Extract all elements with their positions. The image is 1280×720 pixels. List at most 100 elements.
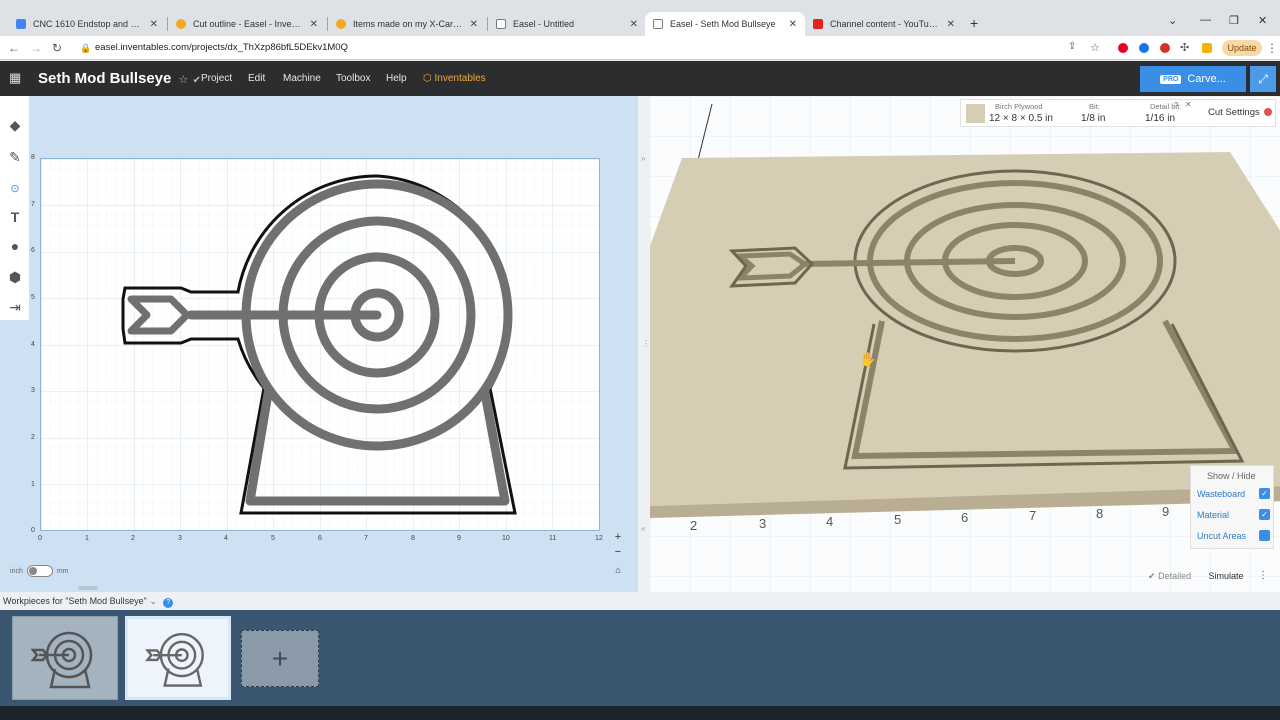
window-close-icon[interactable]: ✕ [1258, 14, 1267, 27]
wasteboard-label[interactable]: Wasteboard [1197, 489, 1245, 499]
help-icon[interactable]: ? [163, 598, 174, 608]
browser-tab[interactable]: CNC 1610 Endstop and Chain Fix ✕ [8, 12, 166, 36]
close-icon[interactable]: ✕ [630, 19, 638, 30]
material-checkbox[interactable]: ✓ [1259, 509, 1270, 520]
tab-favicon-icon [496, 19, 506, 29]
uncut-areas-checkbox[interactable] [1259, 530, 1270, 541]
easel-pro-logo-icon[interactable]: ▦ [9, 70, 27, 86]
carve-button[interactable]: PRO Carve... [1140, 66, 1246, 92]
workpieces-header: Workpieces for "Seth Mod Bullseye" ⌄ ? [0, 592, 1280, 610]
inventables-logo-icon: ⬡ [423, 73, 432, 84]
import-icon[interactable]: ⇥ [6, 298, 24, 316]
detailed-toggle[interactable]: ✔ Detailed [1148, 571, 1191, 582]
home-view-icon[interactable]: ⌂ [611, 563, 625, 577]
wasteboard-checkbox[interactable]: ✓ [1259, 488, 1270, 499]
text-tool-icon[interactable]: T [6, 208, 24, 226]
minimize-icon[interactable]: — [1200, 14, 1211, 26]
detailed-label: Detailed [1158, 571, 1192, 581]
x-axis-tick: 6 [318, 535, 322, 542]
pen-tool-icon[interactable]: ✎ [6, 148, 24, 166]
browser-tab[interactable]: Channel content - YouTube Studio ✕ [805, 12, 963, 36]
3d-shapes-icon[interactable]: ⬢ [6, 268, 24, 286]
profile-avatar-icon[interactable] [1202, 43, 1212, 53]
zoom-out-icon[interactable]: − [611, 545, 625, 559]
browser-tab[interactable]: Cut outline - Easel - Inventables ✕ [168, 12, 326, 36]
extensions-puzzle-icon[interactable]: ✣ [1180, 41, 1189, 54]
detail-bit-value[interactable]: 1/16 in [1145, 113, 1175, 124]
close-icon[interactable]: ✕ [470, 19, 478, 30]
extension-icon[interactable] [1139, 43, 1149, 53]
reload-icon[interactable]: ↻ [52, 41, 62, 55]
x-axis-tick: 9 [457, 535, 461, 542]
bullseye-design[interactable] [41, 159, 599, 530]
menu-help[interactable]: Help [386, 73, 407, 84]
bit-value[interactable]: 1/8 in [1081, 113, 1105, 124]
cut-settings-link[interactable]: Cut Settings [1208, 107, 1273, 118]
fullscreen-icon[interactable]: ⤢ [1250, 66, 1276, 92]
browser-tab-active[interactable]: Easel - Seth Mod Bullseye ✕ [645, 12, 805, 36]
material-swatch[interactable] [966, 104, 985, 123]
close-icon[interactable]: ✕ [947, 19, 955, 30]
browser-tab[interactable]: Items made on my X-Carve Pro - ✕ [328, 12, 486, 36]
menu-inventables[interactable]: ⬡ Inventables [423, 73, 486, 84]
apps-apple-icon[interactable]: ● [6, 237, 24, 255]
material-dimensions[interactable]: 12 × 8 × 0.5 in [989, 113, 1053, 124]
zoom-in-icon[interactable]: + [611, 530, 625, 544]
bookmark-star-icon[interactable]: ☆ [1090, 41, 1100, 54]
unit-inch-label: inch [10, 567, 23, 575]
update-button[interactable]: Update [1222, 40, 1262, 56]
lock-icon: 🔒 [80, 43, 92, 53]
tab-title: Cut outline - Easel - Inventables [193, 19, 304, 29]
new-tab-icon[interactable]: + [970, 15, 978, 31]
remove-detail-bit-icon[interactable]: ✕ [1185, 100, 1192, 109]
browser-tab[interactable]: Easel - Untitled ✕ [488, 12, 646, 36]
target-icon[interactable]: ⊙ [6, 179, 24, 197]
unit-switch[interactable] [26, 565, 53, 577]
unit-toggle[interactable]: inch mm [10, 565, 69, 577]
shapes-icon[interactable]: ◆ [6, 116, 24, 134]
close-icon[interactable]: ✕ [310, 19, 318, 30]
browser-menu-icon[interactable]: ⋮ [1266, 41, 1278, 55]
menu-machine[interactable]: Machine [283, 73, 321, 84]
share-icon[interactable]: ⇪ [1068, 41, 1076, 52]
uncut-areas-label[interactable]: Uncut Areas [1197, 531, 1246, 541]
collapse-arrow-icon[interactable]: » [641, 154, 645, 163]
project-title[interactable]: Seth Mod Bullseye ☆ ✔ [38, 70, 201, 87]
x-axis-tick: 7 [364, 535, 368, 542]
restore-icon[interactable]: ❐ [1229, 14, 1239, 27]
favorite-star-icon[interactable]: ☆ [179, 74, 189, 86]
url-field[interactable]: easel.inventables.com/projects/dx_ThXzp8… [95, 42, 348, 53]
workpiece-thumbnail[interactable] [12, 616, 118, 700]
pinterest-extension-icon[interactable] [1118, 43, 1128, 53]
y-axis-tick: 0 [31, 527, 35, 534]
tab-search-icon[interactable]: ⌄ [1168, 14, 1177, 27]
menu-project[interactable]: Project [201, 73, 232, 84]
material-workspace[interactable] [40, 158, 600, 531]
tab-title: Items made on my X-Carve Pro - [353, 19, 464, 29]
back-icon[interactable]: ← [8, 41, 20, 55]
horizontal-scrollbar[interactable] [78, 586, 98, 590]
menu-toolbox[interactable]: Toolbox [336, 73, 370, 84]
workpiece-thumbnail-selected[interactable] [125, 616, 231, 700]
preview-x-tick: 4 [826, 514, 834, 529]
workpiece-preview-icon [145, 633, 204, 687]
help-icon[interactable]: ? [1174, 101, 1178, 110]
close-icon[interactable]: ✕ [150, 19, 158, 30]
bit-label: Bit: [1089, 102, 1100, 111]
workpieces-title[interactable]: Workpieces for "Seth Mod Bullseye" ⌄ ? [3, 596, 174, 608]
extension-icon[interactable] [1160, 43, 1170, 53]
drag-handle-icon[interactable]: ⋮ [642, 339, 650, 348]
chevron-down-icon[interactable]: ⌄ [149, 596, 157, 606]
add-workpiece-button[interactable]: + [241, 630, 319, 687]
close-icon[interactable]: ✕ [789, 19, 797, 30]
forward-icon[interactable]: → [30, 41, 42, 55]
menu-edit[interactable]: Edit [248, 73, 265, 84]
hand-cursor-icon: ✋ [859, 351, 877, 367]
material-toggle-label[interactable]: Material [1197, 510, 1229, 520]
more-options-icon[interactable]: ⋮ [1258, 570, 1268, 581]
browser-tab-bar: CNC 1610 Endstop and Chain Fix ✕ Cut out… [0, 0, 1280, 36]
panel-splitter[interactable]: » ⋮ « [638, 96, 650, 592]
preview-x-tick: 3 [759, 516, 767, 531]
collapse-arrow-icon[interactable]: « [641, 524, 645, 533]
simulate-button[interactable]: Simulate [1201, 566, 1251, 586]
